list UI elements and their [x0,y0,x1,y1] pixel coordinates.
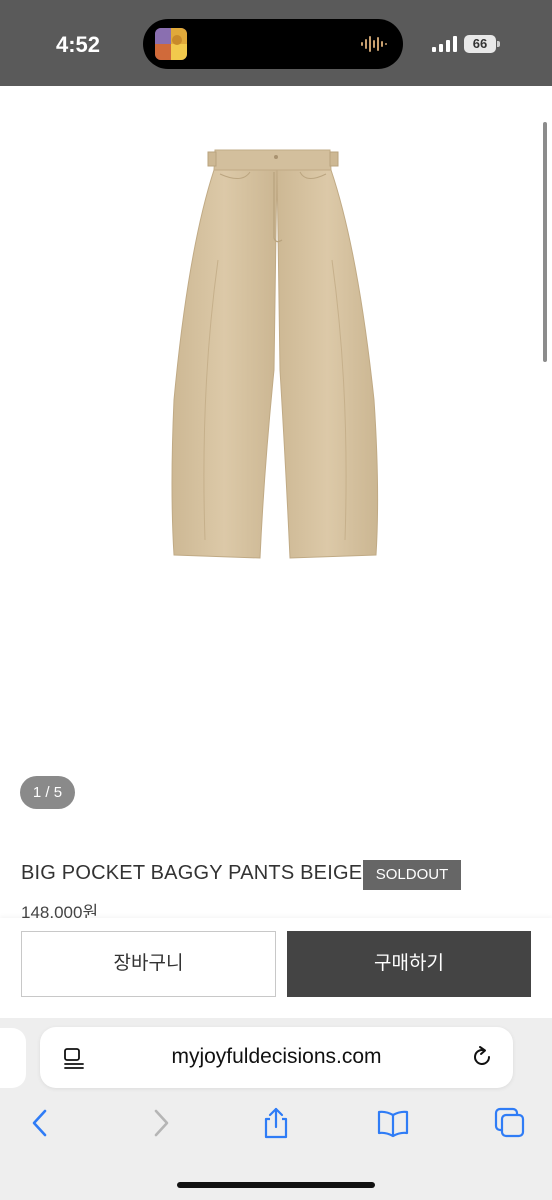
purchase-action-bar: 장바구니 구매하기 [0,918,552,1018]
cellular-signal-icon [432,36,457,52]
product-title: BIG POCKET BAGGY PANTS BEIGE [21,862,363,884]
tabs-icon[interactable] [493,1106,527,1140]
url-text[interactable]: myjoyfuldecisions.com [40,1045,513,1069]
dynamic-island[interactable] [143,19,403,69]
product-price: 148,000원 [21,903,99,920]
buy-now-button[interactable]: 구매하기 [287,931,531,997]
bookmarks-icon[interactable] [376,1106,410,1140]
share-icon[interactable] [259,1106,293,1140]
home-indicator[interactable] [177,1182,375,1188]
add-to-cart-button[interactable]: 장바구니 [21,931,276,997]
screen: 4:52 66 1 / 5 BIG POCKET BAGGY PANTS BEI… [0,0,552,1200]
reload-icon[interactable] [469,1044,495,1070]
browser-toolbar: myjoyfuldecisions.com [0,1018,552,1200]
product-image[interactable] [160,140,395,580]
now-playing-artwork-icon [155,28,187,60]
forward-arrow-icon[interactable] [143,1106,177,1140]
image-counter: 1 / 5 [20,776,75,809]
back-arrow-icon[interactable] [24,1106,58,1140]
battery-icon: 66 [464,35,500,53]
status-time: 4:52 [56,32,101,57]
status-bar: 4:52 66 [0,0,552,86]
soldout-badge: SOLDOUT [363,860,461,890]
battery-level: 66 [472,36,488,51]
previous-tab-preview[interactable] [0,1028,26,1088]
page-scrollbar[interactable] [543,122,547,362]
address-bar[interactable]: myjoyfuldecisions.com [40,1027,513,1088]
audio-waveform-icon [361,36,387,52]
